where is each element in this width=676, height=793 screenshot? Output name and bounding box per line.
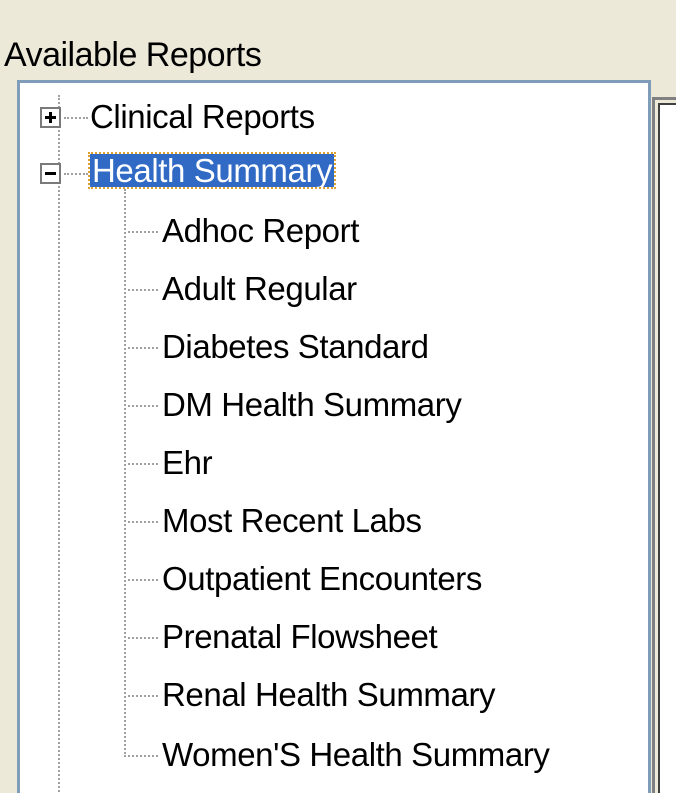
tree-node-most-recent-labs[interactable]: Most Recent Labs (162, 504, 422, 537)
expand-plus-icon[interactable] (40, 107, 61, 128)
tree-connector (128, 231, 158, 233)
tree-connector (128, 289, 158, 291)
tree-connector (64, 117, 88, 119)
reports-tree[interactable]: Clinical Reports Health Summary Adhoc Re… (17, 80, 651, 793)
tree-node-diabetes-standard[interactable]: Diabetes Standard (162, 330, 429, 363)
available-reports-window: Available Reports Clinical Reports Healt… (0, 0, 676, 793)
tree-connector (128, 579, 158, 581)
tree-node-ehr[interactable]: Ehr (162, 446, 213, 479)
report-preview-pane-edge (652, 97, 676, 793)
tree-node-clinical-reports[interactable]: Clinical Reports (90, 100, 315, 133)
collapse-minus-icon[interactable] (40, 163, 61, 184)
tree-connector (128, 695, 158, 697)
tree-connector (128, 405, 158, 407)
tree-node-adhoc-report[interactable]: Adhoc Report (162, 214, 359, 247)
tree-connector (128, 637, 158, 639)
tree-node-adult-regular[interactable]: Adult Regular (162, 272, 357, 305)
tree-node-prenatal-flowsheet[interactable]: Prenatal Flowsheet (162, 620, 438, 653)
tree-node-dm-health-summary[interactable]: DM Health Summary (162, 388, 462, 421)
tree-node-renal-health-summary[interactable]: Renal Health Summary (162, 678, 496, 711)
report-preview-pane-inner (658, 103, 676, 793)
tree-connector (128, 755, 158, 757)
tree-connector (128, 521, 158, 523)
tree-node-health-summary[interactable]: Health Summary (87, 152, 337, 189)
tree-connector (128, 347, 158, 349)
available-reports-label: Available Reports (4, 36, 262, 74)
tree-node-womens-health-summary[interactable]: Women'S Health Summary (162, 738, 550, 771)
tree-connector (128, 463, 158, 465)
tree-node-outpatient-encounters[interactable]: Outpatient Encounters (162, 562, 482, 595)
tree-children-connector (124, 189, 126, 757)
tree-connector (64, 173, 88, 175)
tree-root-connector (58, 95, 60, 793)
